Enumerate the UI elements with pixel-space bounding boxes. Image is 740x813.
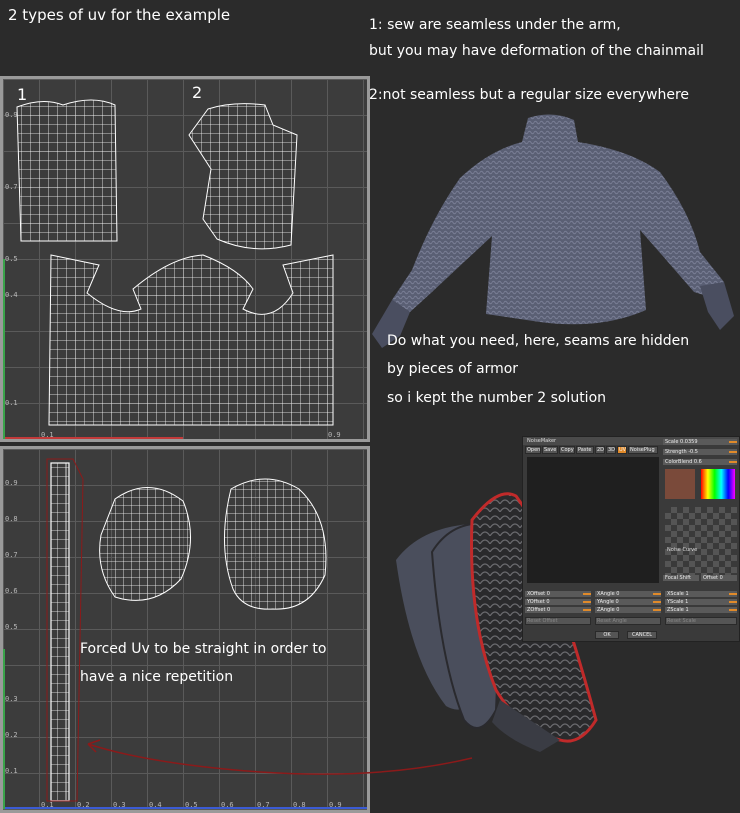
2d-button[interactable]: 2D [595,446,605,454]
yscale-slider[interactable]: YScale 1 [665,599,737,605]
uv-button[interactable]: UV [617,446,627,454]
noise-preview[interactable] [527,457,659,583]
focal-shift-slider[interactable]: Focal Shift [663,575,699,581]
noisemaker-title: NoiseMaker [527,438,557,444]
open-button[interactable]: Open [525,446,541,454]
note-forced-uv: Forced Uv to be straight in order to [80,641,327,657]
noisemaker-window: NoiseMaker Open Save Copy Paste 2D 3D UV… [522,436,740,642]
strength-slider[interactable]: Strength -0.5 [663,449,737,455]
reset-angle-button[interactable]: Reset Angle [595,617,661,625]
uv-panel-top: 1 2 0.9 0.7 0.5 0.4 0.1 0.1 0.9 [0,76,370,442]
copy-button[interactable]: Copy [559,446,575,454]
note-solution: so i kept the number 2 solution [387,390,607,406]
3d-button[interactable]: 3D [606,446,616,454]
note-repetition: have a nice repetition [80,669,234,685]
yoffset-slider[interactable]: YOffset 0 [525,599,591,605]
color-swatch[interactable] [665,469,695,499]
color-picker[interactable] [701,469,735,499]
note-deformation: but you may have deformation of the chai… [369,43,704,59]
reset-scale-button[interactable]: Reset Scale [665,617,737,625]
zscale-slider[interactable]: ZScale 1 [665,607,737,613]
zangle-slider[interactable]: ZAngle 0 [595,607,661,613]
paste-button[interactable]: Paste [576,446,594,454]
cancel-button[interactable]: CANCEL [627,631,657,639]
ok-button[interactable]: OK [595,631,619,639]
note-seams-hidden: Do what you need, here, seams are hidden [387,333,690,349]
yangle-slider[interactable]: YAngle 0 [595,599,661,605]
note-pieces-armor: by pieces of armor [387,361,519,377]
colorblend-slider[interactable]: ColorBlend 0.6 [663,459,737,465]
noise-curve-graph[interactable] [665,507,737,575]
noiseplug-button[interactable]: NoisePlug [628,446,658,454]
xoffset-slider[interactable]: XOffset 0 [525,591,591,597]
note-seamless: 1: sew are seamless under the arm, [369,17,621,33]
note-regular-size: 2:not seamless but a regular size everyw… [369,87,690,103]
uv-wireframe-top [3,99,334,439]
uv-panel-bottom: 0.9 0.8 0.7 0.6 0.5 0.3 0.2 0.1 0.1 0.2 … [0,446,370,813]
xangle-slider[interactable]: XAngle 0 [595,591,661,597]
noise-curve-label: Noise Curve [667,547,698,553]
xscale-slider[interactable]: XScale 1 [665,591,737,597]
uv-wireframe-bottom [3,458,367,809]
offset-slider[interactable]: Offset 0 [701,575,737,581]
page-title: 2 types of uv for the example [8,6,231,24]
zoffset-slider[interactable]: ZOffset 0 [525,607,591,613]
save-button[interactable]: Save [542,446,558,454]
scale-slider[interactable]: Scale 0.0359 [663,439,737,445]
reset-offset-button[interactable]: Reset Offset [525,617,591,625]
